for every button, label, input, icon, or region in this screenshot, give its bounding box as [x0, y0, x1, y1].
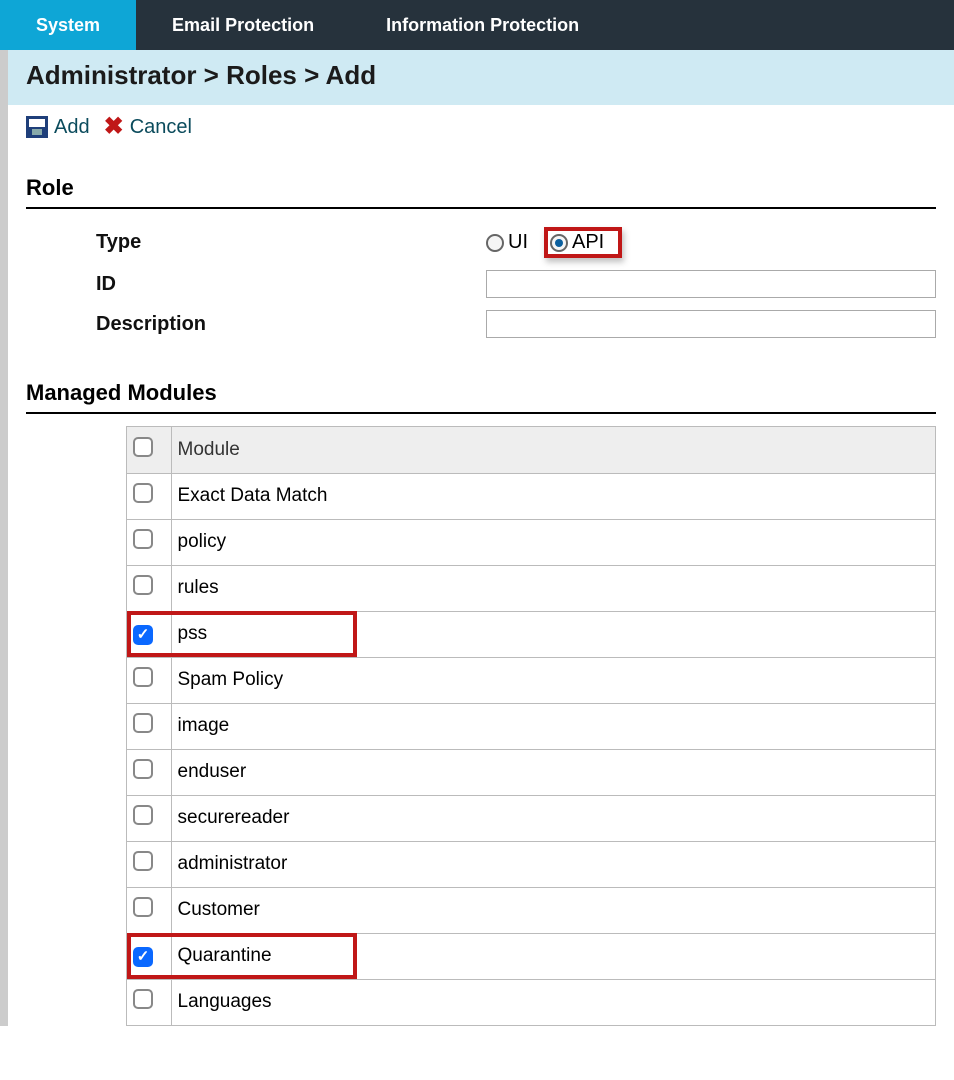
module-label: administrator [171, 841, 936, 887]
field-description: Description [26, 304, 936, 344]
module-checkbox-cell [127, 887, 171, 933]
module-checkbox[interactable] [133, 575, 153, 595]
module-checkbox[interactable] [133, 625, 153, 645]
module-label: image [171, 703, 936, 749]
module-label: Quarantine [171, 933, 936, 979]
table-row: Customer [127, 887, 936, 933]
top-nav: System Email Protection Information Prot… [0, 0, 954, 50]
module-checkbox-cell [127, 703, 171, 749]
type-ui-label: UI [508, 231, 528, 254]
description-input[interactable] [486, 310, 936, 338]
tab-information-protection[interactable]: Information Protection [350, 0, 615, 50]
save-icon [26, 116, 48, 138]
table-row: policy [127, 519, 936, 565]
module-label: pss [171, 611, 936, 657]
module-label: rules [171, 565, 936, 611]
module-checkbox-cell [127, 565, 171, 611]
module-checkbox-cell [127, 795, 171, 841]
add-button-label: Add [54, 116, 90, 139]
module-label: securereader [171, 795, 936, 841]
module-column-header: Module [171, 427, 936, 473]
module-checkbox-cell [127, 611, 171, 657]
modules-area: Module Exact Data MatchpolicyrulespssSpa… [26, 426, 936, 1026]
module-checkbox[interactable] [133, 897, 153, 917]
description-label: Description [26, 313, 486, 336]
module-checkbox[interactable] [133, 713, 153, 733]
module-checkbox[interactable] [133, 483, 153, 503]
cancel-button[interactable]: ✖ Cancel [104, 115, 192, 139]
module-checkbox[interactable] [133, 851, 153, 871]
module-checkbox-cell [127, 749, 171, 795]
type-radio-ui[interactable]: UI [486, 231, 528, 254]
table-row: rules [127, 565, 936, 611]
main-content: Role Type UI API ID Description [0, 145, 954, 1026]
module-checkbox-cell [127, 519, 171, 565]
module-checkbox[interactable] [133, 805, 153, 825]
module-label: policy [171, 519, 936, 565]
type-api-highlight: API [544, 227, 622, 258]
type-label: Type [26, 231, 486, 254]
modules-table: Module Exact Data MatchpolicyrulespssSpa… [127, 427, 936, 1026]
table-row: Quarantine [127, 933, 936, 979]
cancel-button-label: Cancel [130, 116, 192, 139]
close-icon: ✖ [104, 115, 124, 139]
module-label: Exact Data Match [171, 473, 936, 519]
table-row: administrator [127, 841, 936, 887]
field-type: Type UI API [26, 221, 936, 264]
radio-icon [550, 234, 568, 252]
module-label: Languages [171, 979, 936, 1025]
toolbar: Add ✖ Cancel [0, 105, 954, 145]
module-checkbox-cell [127, 979, 171, 1025]
tab-email-protection[interactable]: Email Protection [136, 0, 350, 50]
type-radio-api[interactable]: API [550, 231, 604, 254]
table-row: securereader [127, 795, 936, 841]
id-input[interactable] [486, 270, 936, 298]
select-all-cell [127, 427, 171, 473]
module-checkbox-cell [127, 841, 171, 887]
module-checkbox-cell [127, 657, 171, 703]
module-label: Customer [171, 887, 936, 933]
managed-modules-section: Managed Modules Module Exact Data Matchp… [26, 380, 936, 1026]
radio-icon [486, 234, 504, 252]
type-api-label: API [572, 231, 604, 254]
module-checkbox-cell [127, 933, 171, 979]
module-checkbox-cell [127, 473, 171, 519]
breadcrumb: Administrator > Roles > Add [0, 50, 954, 105]
tab-system[interactable]: System [0, 0, 136, 50]
module-checkbox[interactable] [133, 947, 153, 967]
id-label: ID [26, 273, 486, 296]
table-row: Spam Policy [127, 657, 936, 703]
module-checkbox[interactable] [133, 667, 153, 687]
module-checkbox[interactable] [133, 759, 153, 779]
managed-modules-title: Managed Modules [26, 380, 936, 414]
field-id: ID [26, 264, 936, 304]
select-all-checkbox[interactable] [133, 437, 153, 457]
table-row: image [127, 703, 936, 749]
table-row: Exact Data Match [127, 473, 936, 519]
role-section-title: Role [26, 175, 936, 209]
table-row: enduser [127, 749, 936, 795]
module-label: Spam Policy [171, 657, 936, 703]
table-row: Languages [127, 979, 936, 1025]
table-row: pss [127, 611, 936, 657]
module-checkbox[interactable] [133, 529, 153, 549]
add-button[interactable]: Add [26, 116, 90, 139]
module-label: enduser [171, 749, 936, 795]
module-checkbox[interactable] [133, 989, 153, 1009]
